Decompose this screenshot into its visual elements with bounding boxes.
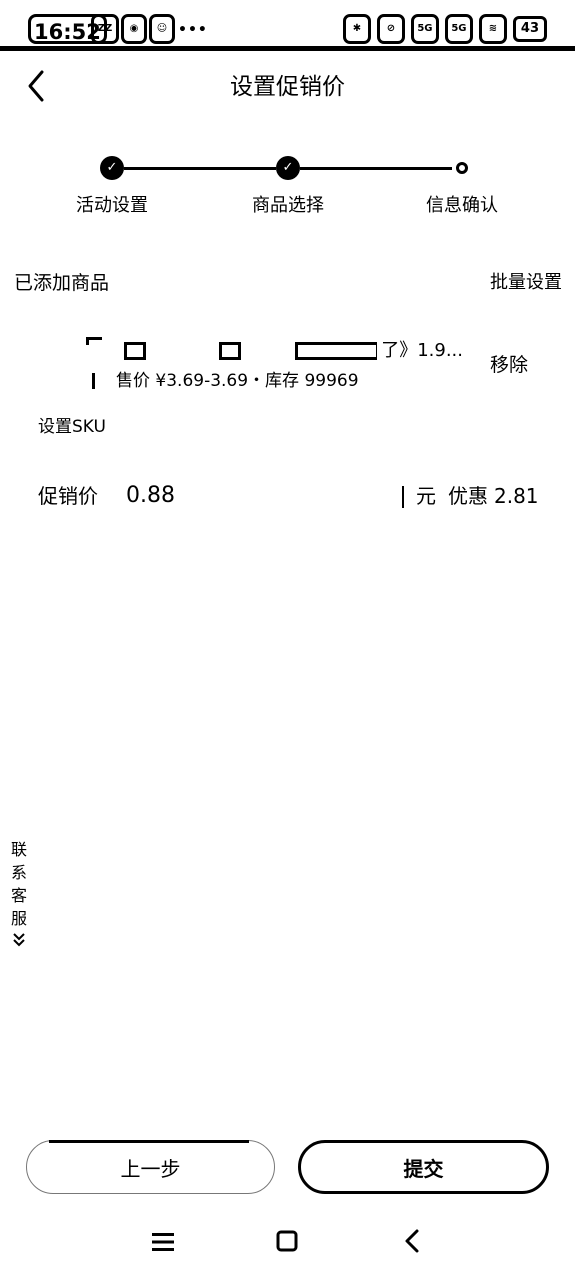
text-caret — [402, 486, 404, 508]
step-connector-1 — [124, 167, 276, 170]
menu-graphic — [152, 1233, 174, 1251]
mute-icon: ⊘ — [376, 14, 405, 44]
added-products-title: 已添加商品 — [14, 272, 110, 294]
product-thumbnail — [84, 335, 104, 391]
discount-value: 2.81 — [494, 484, 539, 508]
contact-char-4: 服 — [10, 909, 27, 928]
battery-level: 43 — [520, 21, 539, 36]
signal-1-icon: 5G — [410, 14, 439, 44]
bluetooth-icon: ✱ — [342, 14, 371, 44]
batch-settings-link[interactable]: 批量设置 — [490, 270, 562, 296]
contact-char-2: 系 — [10, 863, 27, 882]
step-1-check-icon: ✓ — [100, 156, 124, 180]
status-divider — [0, 46, 575, 51]
step-1-label: 活动设置 — [76, 195, 148, 216]
wifi-icon: ≋ — [478, 14, 507, 44]
discount-label: 优惠 — [448, 484, 488, 508]
home-square-icon[interactable] — [276, 1230, 298, 1252]
remove-button[interactable]: 移除 — [490, 352, 528, 378]
progress-stepper: ✓ ✓ 活动设置 商品选择 信息确认 — [0, 150, 575, 230]
status-more-icon: ••• — [178, 22, 208, 38]
status-app-icon: ☺ — [149, 14, 175, 44]
thumbnail-graphic — [86, 337, 102, 389]
battery-icon: 43 — [512, 16, 547, 42]
promo-price-label: 促销价 — [38, 484, 98, 508]
double-chevron-down-icon — [6, 932, 32, 952]
promo-price-input[interactable] — [126, 480, 398, 512]
contact-service-tab[interactable]: 联 系 客 服 — [6, 838, 32, 952]
status-right-group: ✱ ⊘ 5G 5G ≋ 43 — [342, 14, 547, 44]
step-3-label: 信息确认 — [426, 195, 498, 216]
product-price-stock: 售价 ¥3.69-3.69・库存 99969 — [116, 371, 359, 391]
system-nav-bar — [0, 1222, 575, 1266]
signal-1-label: 5G — [417, 23, 433, 34]
back-chevron-icon[interactable] — [402, 1228, 422, 1254]
step-2-check-icon: ✓ — [276, 156, 300, 180]
product-name-text: 了》1.9... — [377, 336, 463, 366]
redacted-block-1 — [124, 342, 146, 360]
submit-button[interactable]: 提交 — [298, 1140, 549, 1194]
contact-char-1: 联 — [10, 840, 27, 859]
contact-char-3: 客 — [10, 886, 27, 905]
back-graphic — [405, 1229, 419, 1253]
previous-step-label: 上一步 — [120, 1156, 181, 1181]
signal-2-icon: 5G — [444, 14, 473, 44]
status-bar: 16:52 ZZ ◉ ☺ ••• ✱ ⊘ 5G 5G ≋ 43 — [0, 0, 575, 52]
redacted-block-3 — [294, 342, 379, 360]
status-clock-icon: ◉ — [121, 14, 147, 44]
set-sku-link[interactable]: 设置SKU — [38, 416, 106, 438]
button-top-line — [49, 1140, 249, 1143]
discount-info: 优惠 2.81 — [448, 482, 539, 510]
currency-unit: 元 — [416, 484, 436, 508]
menu-icon[interactable] — [151, 1230, 175, 1254]
home-graphic — [276, 1230, 298, 1252]
step-3-dot-icon — [456, 162, 468, 174]
page-title: 设置促销价 — [230, 74, 345, 100]
step-connector-2 — [300, 167, 452, 170]
step-2-label: 商品选择 — [252, 195, 324, 216]
product-name: 了》1.9... — [116, 336, 471, 366]
previous-step-button[interactable]: 上一步 — [26, 1140, 275, 1194]
redacted-block-2 — [219, 342, 242, 360]
signal-2-label: 5G — [451, 23, 467, 34]
double-chevron-graphic — [13, 933, 25, 947]
status-chip-zz: ZZ — [91, 14, 119, 44]
